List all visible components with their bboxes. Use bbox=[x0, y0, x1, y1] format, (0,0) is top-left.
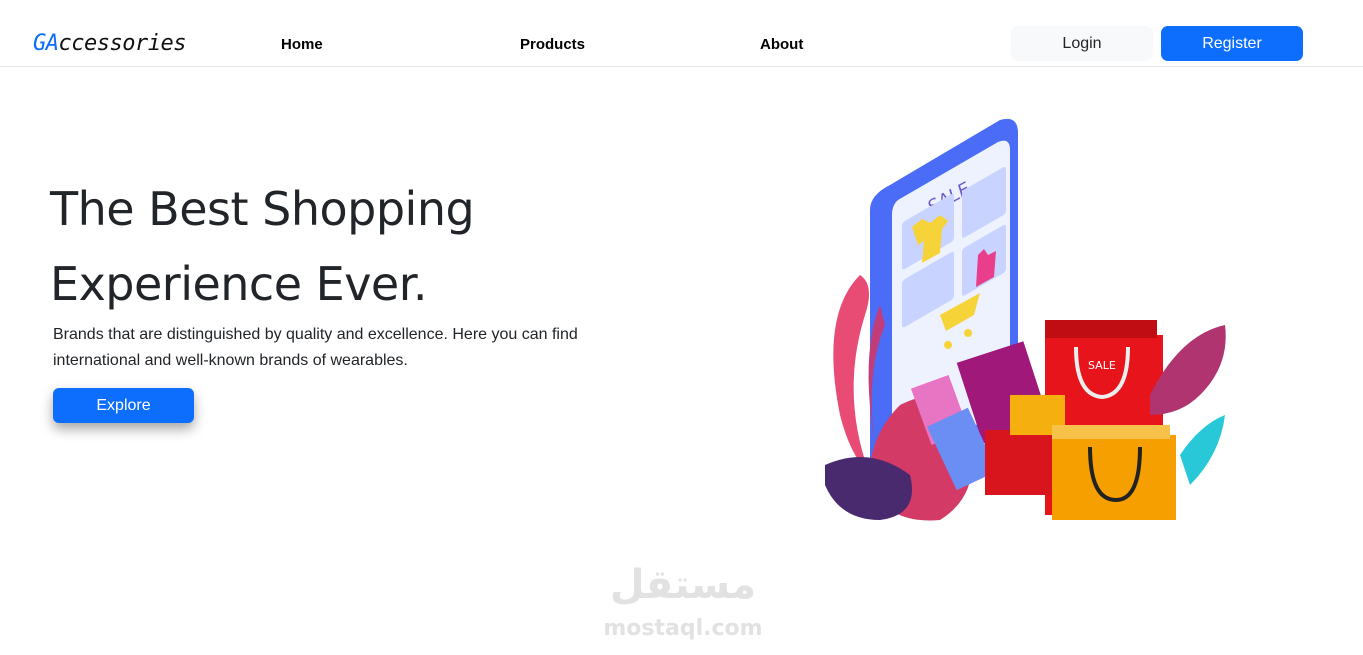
watermark-latin: mostaql.com bbox=[603, 616, 763, 641]
hero-title-line-2: Experience Ever. bbox=[50, 257, 428, 311]
login-button[interactable]: Login bbox=[1011, 26, 1153, 61]
watermark: مستقل mostaql.com bbox=[598, 560, 768, 645]
brand-suffix: ccessories bbox=[58, 31, 187, 56]
brand-prefix: GA bbox=[33, 31, 59, 56]
hero-description: Brands that are distinguished by quality… bbox=[53, 326, 578, 369]
bag-sale-label: SALE bbox=[1088, 359, 1116, 372]
brand-logo[interactable]: GAccessories bbox=[33, 31, 186, 56]
nav-link-about[interactable]: About bbox=[760, 36, 803, 53]
nav-link-home[interactable]: Home bbox=[281, 36, 323, 53]
shopping-illustration: SALE SALE bbox=[825, 118, 1226, 521]
hero-title-line-1: The Best Shopping bbox=[50, 182, 475, 236]
register-button[interactable]: Register bbox=[1161, 26, 1303, 61]
nav-link-products[interactable]: Products bbox=[520, 36, 585, 53]
explore-button[interactable]: Explore bbox=[53, 388, 194, 423]
watermark-arabic: مستقل bbox=[609, 562, 757, 608]
shopping-bag-yellow-icon bbox=[1052, 425, 1176, 520]
hero-title: The Best Shopping Experience Ever. bbox=[50, 172, 610, 322]
navbar: GAccessories Home Products About Login R… bbox=[0, 0, 1363, 67]
